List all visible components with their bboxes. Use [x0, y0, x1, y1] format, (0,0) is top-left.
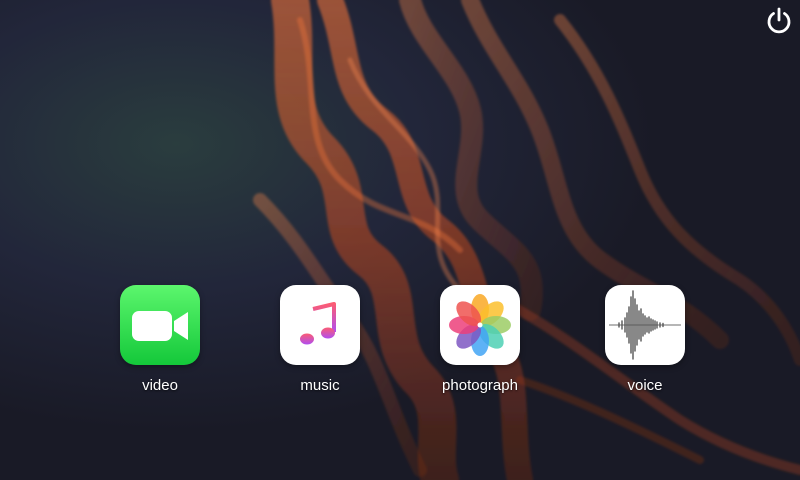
video-app-label: video	[142, 377, 178, 394]
waveform-icon	[605, 285, 685, 365]
music-note-icon	[280, 285, 360, 365]
voice-app-icon[interactable]	[605, 285, 685, 365]
music-app-label: music	[300, 377, 340, 394]
voice-app-label: voice	[627, 377, 663, 394]
photos-flower-icon	[440, 285, 520, 365]
wallpaper-background	[0, 0, 800, 480]
app-video[interactable]: video	[105, 285, 215, 400]
video-camera-icon	[120, 285, 200, 365]
power-button[interactable]	[763, 5, 795, 37]
app-music[interactable]: music	[265, 285, 375, 400]
photograph-app-label: photograph	[442, 377, 518, 394]
power-icon	[767, 7, 791, 34]
app-photograph[interactable]: photograph	[425, 285, 535, 400]
app-voice[interactable]: voice	[590, 285, 700, 400]
music-app-icon[interactable]	[280, 285, 360, 365]
photograph-app-icon[interactable]	[440, 285, 520, 365]
video-app-icon[interactable]	[120, 285, 200, 365]
home-screen: video music photograph voice	[0, 0, 800, 480]
